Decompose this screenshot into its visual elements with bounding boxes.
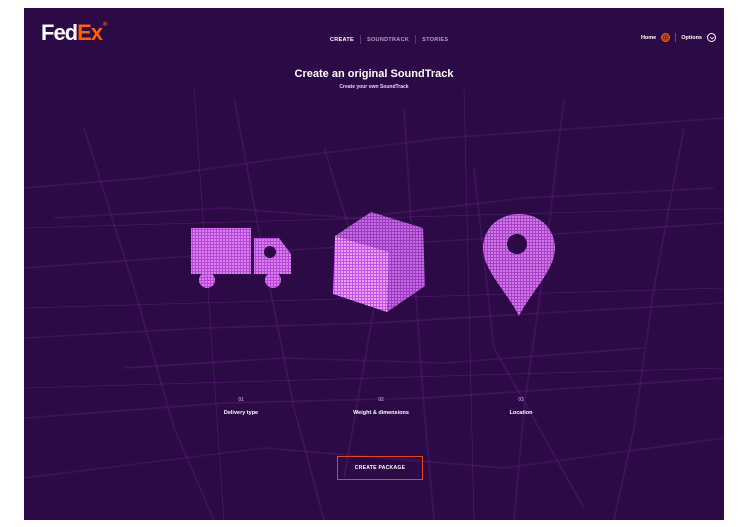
step-delivery-type[interactable]: 01 Delivery type <box>181 397 301 416</box>
box-icon[interactable] <box>329 208 429 318</box>
step-location[interactable]: 03 Location <box>461 397 581 416</box>
fedex-logo[interactable]: FedEx® <box>41 20 108 45</box>
location-pin-icon[interactable] <box>479 210 559 322</box>
truck-icon[interactable] <box>187 224 302 304</box>
step-label: Weight & dimensions <box>353 410 409 416</box>
app-frame: FedEx® CREATE SOUNDTRACK STORIES Home Op… <box>24 8 724 520</box>
logo-fed-text: Fed <box>41 20 78 45</box>
top-right-controls: Home Options <box>641 33 716 42</box>
step-number: 02 <box>378 397 384 403</box>
step-number: 01 <box>238 397 244 403</box>
topbar-divider <box>675 33 677 42</box>
tab-stories[interactable]: STORIES <box>416 37 454 43</box>
logo-registered-mark: ® <box>103 22 108 28</box>
step-weight-dimensions[interactable]: 02 Weight & dimensions <box>321 397 441 416</box>
main-nav: CREATE SOUNDTRACK STORIES <box>324 35 454 44</box>
page-title: Create an original SoundTrack <box>294 68 454 80</box>
tab-soundtrack[interactable]: SOUNDTRACK <box>361 37 415 43</box>
globe-icon[interactable] <box>661 33 671 42</box>
chevron-down-icon[interactable] <box>707 33 716 42</box>
options-link[interactable]: Options <box>681 35 702 41</box>
step-number: 03 <box>518 397 524 403</box>
create-package-button[interactable]: CREATE PACKAGE <box>337 456 423 480</box>
tab-create[interactable]: CREATE <box>324 37 360 43</box>
home-link[interactable]: Home <box>641 35 656 41</box>
logo-ex-text: Ex <box>77 20 103 45</box>
step-label: Delivery type <box>223 410 259 416</box>
step-label: Location <box>509 410 533 416</box>
page-subtitle: Create your own SoundTrack <box>339 84 409 90</box>
